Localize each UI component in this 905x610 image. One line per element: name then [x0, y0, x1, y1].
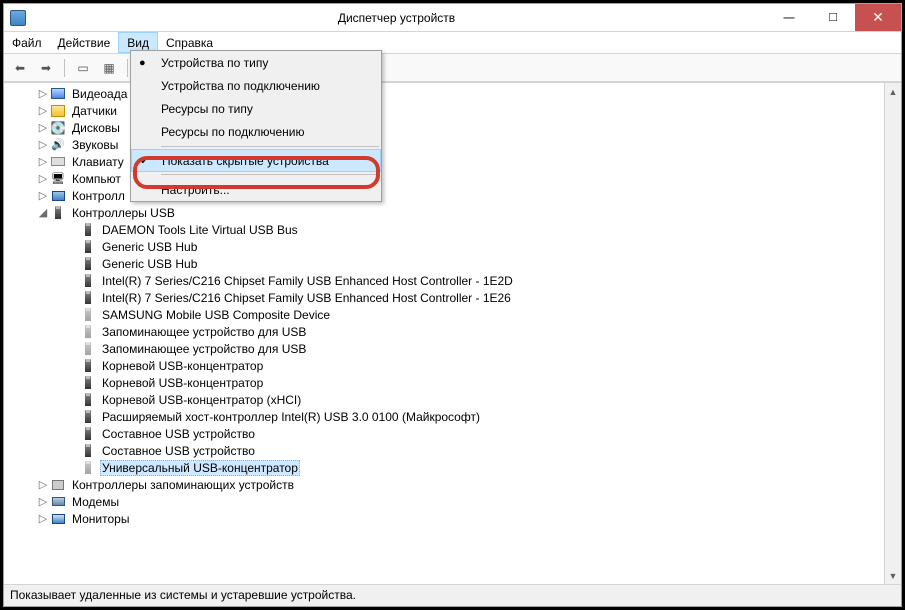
bullet-icon: ●	[139, 57, 146, 69]
properties-button[interactable]: ▦	[97, 57, 121, 79]
tree-item-label: Intel(R) 7 Series/C216 Chipset Family US…	[100, 274, 515, 288]
menu-devices-by-type[interactable]: ●Устройства по типу	[131, 51, 381, 74]
menu-file[interactable]: Файл	[4, 32, 50, 53]
modem-icon	[52, 497, 65, 506]
usb-icon	[85, 410, 91, 423]
usb-icon	[85, 223, 91, 236]
tree-item-label: Корневой USB-концентратор (xHCI)	[100, 393, 303, 407]
tree-item-label: Запоминающее устройство для USB	[100, 342, 308, 356]
tree-usb-item[interactable]: Intel(R) 7 Series/C216 Chipset Family US…	[12, 272, 884, 289]
tree-item-label: Корневой USB-концентратор	[100, 359, 265, 373]
tree-usb-item[interactable]: Запоминающее устройство для USB	[12, 323, 884, 340]
window-title: Диспетчер устройств	[26, 11, 767, 25]
window-controls	[767, 4, 901, 31]
tree-item-label: Generic USB Hub	[100, 240, 199, 254]
usb-icon	[85, 291, 91, 304]
tree-cat-storage[interactable]: ▷Контроллеры запоминающих устройств	[12, 476, 884, 493]
tree-usb-item[interactable]: Расширяемый хост-контроллер Intel(R) USB…	[12, 408, 884, 425]
usb-icon	[85, 257, 91, 270]
usb-icon	[85, 342, 91, 355]
tree-usb-item[interactable]: Корневой USB-концентратор	[12, 357, 884, 374]
tree-usb-item[interactable]: Корневой USB-концентратор (xHCI)	[12, 391, 884, 408]
minimize-button[interactable]	[767, 4, 811, 31]
menu-action[interactable]: Действие	[50, 32, 119, 53]
tree-cat-usb[interactable]: ◢Контроллеры USB	[12, 204, 884, 221]
storage-icon	[52, 480, 64, 490]
tree-usb-item[interactable]: Корневой USB-концентратор	[12, 374, 884, 391]
tree-item-label: Запоминающее устройство для USB	[100, 325, 308, 339]
tree-cat-modems[interactable]: ▷Модемы	[12, 493, 884, 510]
tree-item-label: Составное USB устройство	[100, 444, 257, 458]
keyboard-icon	[51, 157, 65, 166]
menu-resources-by-type[interactable]: Ресурсы по типу	[131, 97, 381, 120]
titlebar: Диспетчер устройств	[4, 4, 901, 32]
forward-button[interactable]: ➡	[34, 57, 58, 79]
computer-icon	[50, 171, 66, 187]
tree-item-label: SAMSUNG Mobile USB Composite Device	[100, 308, 332, 322]
check-icon: ✔	[140, 154, 149, 167]
usb-icon	[55, 206, 61, 219]
status-bar: Показывает удаленные из системы и устаре…	[4, 584, 901, 606]
scroll-track[interactable]	[885, 100, 901, 567]
menu-show-hidden[interactable]: ✔Показать скрытые устройства	[131, 149, 381, 172]
tree-item-label: Intel(R) 7 Series/C216 Chipset Family US…	[100, 291, 513, 305]
separator	[127, 59, 128, 77]
usb-icon	[85, 461, 91, 474]
tree-item-label: Generic USB Hub	[100, 257, 199, 271]
scroll-up-icon[interactable]: ▲	[885, 83, 901, 100]
close-button[interactable]	[855, 4, 901, 31]
tree-usb-item[interactable]: Универсальный USB-концентратор	[12, 459, 884, 476]
usb-icon	[85, 325, 91, 338]
menu-separator	[161, 174, 379, 175]
menu-devices-by-connection[interactable]: Устройства по подключению	[131, 74, 381, 97]
tree-item-label: DAEMON Tools Lite Virtual USB Bus	[100, 223, 300, 237]
disk-icon	[50, 120, 66, 136]
display-icon	[51, 88, 65, 99]
controller-icon	[52, 191, 65, 201]
tree-usb-item[interactable]: Generic USB Hub	[12, 238, 884, 255]
usb-icon	[85, 427, 91, 440]
maximize-button[interactable]	[811, 4, 855, 31]
view-dropdown: ●Устройства по типу Устройства по подклю…	[130, 50, 382, 202]
tree-usb-item[interactable]: SAMSUNG Mobile USB Composite Device	[12, 306, 884, 323]
menu-resources-by-connection[interactable]: Ресурсы по подключению	[131, 120, 381, 143]
tree-usb-item[interactable]: DAEMON Tools Lite Virtual USB Bus	[12, 221, 884, 238]
usb-icon	[85, 308, 91, 321]
tree-usb-item[interactable]: Составное USB устройство	[12, 425, 884, 442]
usb-icon	[85, 444, 91, 457]
usb-icon	[85, 393, 91, 406]
usb-icon	[85, 240, 91, 253]
tree-usb-item[interactable]: Intel(R) 7 Series/C216 Chipset Family US…	[12, 289, 884, 306]
tree-item-label: Корневой USB-концентратор	[100, 376, 265, 390]
usb-icon	[85, 274, 91, 287]
tree-item-label: Универсальный USB-концентратор	[100, 460, 300, 476]
sound-icon	[50, 137, 66, 153]
back-button[interactable]: ⬅	[8, 57, 32, 79]
monitor-icon	[52, 514, 65, 524]
usb-icon	[85, 376, 91, 389]
show-hide-tree-button[interactable]: ▭	[71, 57, 95, 79]
menu-separator	[161, 146, 379, 147]
tree-usb-item[interactable]: Составное USB устройство	[12, 442, 884, 459]
sensor-icon	[51, 105, 65, 117]
vertical-scrollbar[interactable]: ▲ ▼	[884, 83, 901, 584]
scroll-down-icon[interactable]: ▼	[885, 567, 901, 584]
tree-item-label: Расширяемый хост-контроллер Intel(R) USB…	[100, 410, 482, 424]
menu-customize[interactable]: Настроить...	[131, 178, 381, 201]
device-manager-window: Диспетчер устройств Файл Действие Вид Сп…	[3, 3, 902, 607]
app-icon	[10, 10, 26, 26]
tree-usb-item[interactable]: Generic USB Hub	[12, 255, 884, 272]
tree-cat-monitors[interactable]: ▷Мониторы	[12, 510, 884, 527]
tree-item-label: Составное USB устройство	[100, 427, 257, 441]
usb-icon	[85, 359, 91, 372]
separator	[64, 59, 65, 77]
tree-usb-item[interactable]: Запоминающее устройство для USB	[12, 340, 884, 357]
